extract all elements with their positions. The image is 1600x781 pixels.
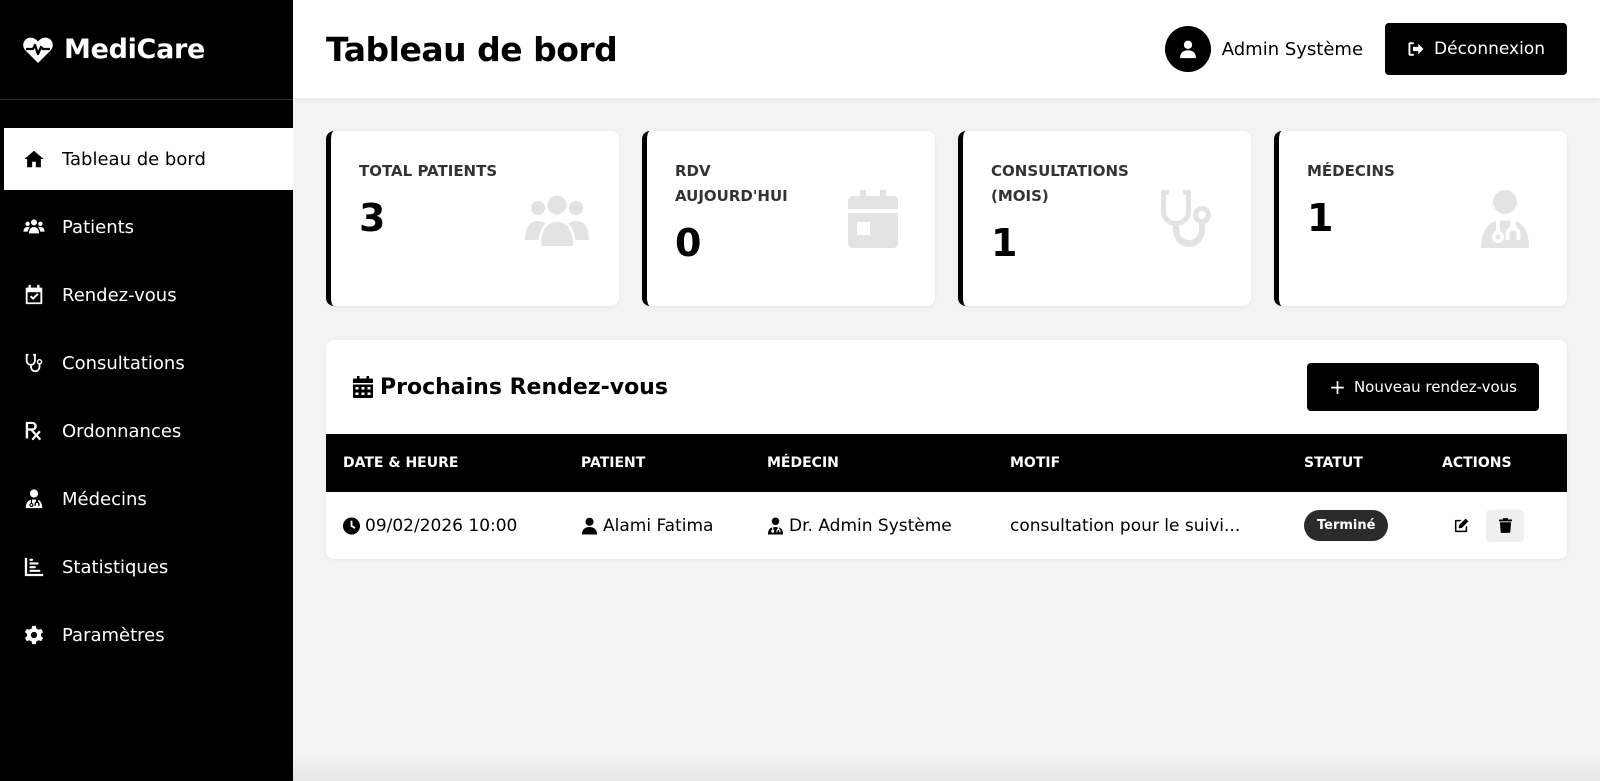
sidebar-item-statistics[interactable]: Statistiques (0, 536, 293, 598)
appointment-motif: consultation pour le suivi... (1010, 515, 1241, 536)
users-icon (22, 215, 46, 239)
calendar-icon (353, 376, 373, 398)
user-icon (581, 517, 598, 534)
sidebar-nav: Tableau de bord Patients Rendez-vous Con… (0, 128, 293, 666)
stats-cards: TOTAL PATIENTS 3 RDV AUJOURD'HUI 0 CONSU… (326, 131, 1567, 306)
prescription-icon (22, 419, 46, 443)
user-icon (1179, 40, 1196, 59)
status-badge: Terminé (1304, 510, 1389, 541)
new-appointment-button[interactable]: + Nouveau rendez-vous (1307, 363, 1539, 411)
new-appointment-label: Nouveau rendez-vous (1353, 378, 1517, 396)
stat-label: CONSULTATIONS (MOIS) (991, 162, 1129, 205)
gear-icon (22, 623, 46, 647)
column-header-doctor[interactable]: MÉDECIN (750, 434, 993, 492)
cell-status: Terminé (1287, 492, 1425, 559)
plus-icon: + (1329, 375, 1346, 399)
edit-button[interactable] (1442, 510, 1480, 542)
header-user-area: Admin Système Déconnexion (1164, 23, 1567, 75)
upcoming-appointments-panel: Prochains Rendez-vous + Nouveau rendez-v… (326, 340, 1567, 559)
brand[interactable]: MediCare (0, 0, 293, 100)
sidebar-item-consultations[interactable]: Consultations (0, 332, 293, 394)
clock-icon (343, 517, 360, 534)
stat-card-patients: TOTAL PATIENTS 3 (326, 131, 619, 306)
sidebar-item-doctors[interactable]: Médecins (0, 468, 293, 530)
doctor-icon (1471, 189, 1539, 249)
column-header-status[interactable]: STATUT (1287, 434, 1425, 492)
sidebar-item-appointments[interactable]: Rendez-vous (0, 264, 293, 326)
sidebar-item-label: Ordonnances (62, 420, 182, 442)
table-header-row: DATE & HEURE PATIENT MÉDECIN MOTIF STATU… (326, 434, 1567, 492)
cell-patient: Alami Fatima (564, 492, 750, 559)
sidebar-item-label: Rendez-vous (62, 284, 177, 306)
sidebar-item-label: Tableau de bord (62, 148, 206, 170)
stethoscope-icon (22, 351, 46, 375)
column-header-patient[interactable]: PATIENT (564, 434, 750, 492)
stethoscope-icon (1155, 189, 1223, 249)
column-header-motif[interactable]: MOTIF (993, 434, 1287, 492)
appointment-doctor: Dr. Admin Système (789, 515, 952, 536)
bottom-shadow (293, 755, 1600, 781)
users-icon (523, 189, 591, 249)
calendar-check-icon (22, 283, 46, 307)
home-icon (22, 147, 46, 171)
sidebar-item-label: Médecins (62, 488, 147, 510)
panel-header: Prochains Rendez-vous + Nouveau rendez-v… (326, 340, 1567, 434)
sign-out-icon (1408, 42, 1424, 56)
logout-label: Déconnexion (1434, 39, 1545, 59)
stat-label: RDV AUJOURD'HUI (675, 162, 788, 205)
doctor-icon (22, 487, 46, 511)
sidebar: MediCare Tableau de bord Patients Rendez… (0, 0, 293, 781)
avatar[interactable] (1164, 26, 1211, 72)
calendar-icon (839, 189, 907, 249)
user-name: Admin Système (1221, 38, 1364, 60)
logout-button[interactable]: Déconnexion (1385, 23, 1567, 75)
main-content: Tableau de bord Admin Système Déconnexio… (293, 0, 1600, 781)
column-header-actions: ACTIONS (1442, 455, 1512, 471)
cell-datetime: 09/02/2026 10:00 (326, 492, 564, 559)
column-header-datetime[interactable]: DATE & HEURE (326, 434, 564, 492)
appointments-table: DATE & HEURE PATIENT MÉDECIN MOTIF STATU… (326, 434, 1567, 559)
chart-icon (22, 555, 46, 579)
sidebar-item-dashboard[interactable]: Tableau de bord (4, 128, 293, 190)
sidebar-item-label: Paramètres (62, 624, 165, 646)
panel-title-text: Prochains Rendez-vous (380, 374, 668, 400)
stat-label: MÉDECINS (1307, 162, 1395, 180)
top-header: Tableau de bord Admin Système Déconnexio… (293, 0, 1600, 98)
cell-motif: consultation pour le suivi... (993, 492, 1287, 559)
sidebar-item-patients[interactable]: Patients (0, 196, 293, 258)
stat-card-consultations: CONSULTATIONS (MOIS) 1 (958, 131, 1251, 306)
cell-actions (1425, 492, 1567, 559)
delete-button[interactable] (1486, 509, 1524, 542)
doctor-icon (767, 517, 784, 534)
page-title: Tableau de bord (326, 29, 618, 69)
sidebar-item-label: Statistiques (62, 556, 169, 578)
brand-name: MediCare (64, 34, 206, 65)
appointment-datetime: 09/02/2026 10:00 (365, 515, 518, 536)
panel-title: Prochains Rendez-vous (353, 375, 668, 400)
appointment-patient: Alami Fatima (603, 515, 714, 536)
trash-icon (1498, 518, 1512, 533)
sidebar-item-settings[interactable]: Paramètres (0, 604, 293, 666)
stat-card-doctors: MÉDECINS 1 (1274, 131, 1567, 306)
sidebar-item-prescriptions[interactable]: Ordonnances (0, 400, 293, 462)
table-row[interactable]: 09/02/2026 10:00 Alami Fatima Dr. Admin … (326, 492, 1567, 559)
edit-icon (1454, 518, 1468, 533)
sidebar-item-label: Patients (62, 216, 135, 238)
stat-card-appointments-today: RDV AUJOURD'HUI 0 (642, 131, 935, 306)
stat-label: TOTAL PATIENTS (359, 162, 498, 180)
heart-pulse-icon (23, 37, 53, 63)
sidebar-item-label: Consultations (62, 352, 185, 374)
cell-doctor: Dr. Admin Système (750, 492, 993, 559)
